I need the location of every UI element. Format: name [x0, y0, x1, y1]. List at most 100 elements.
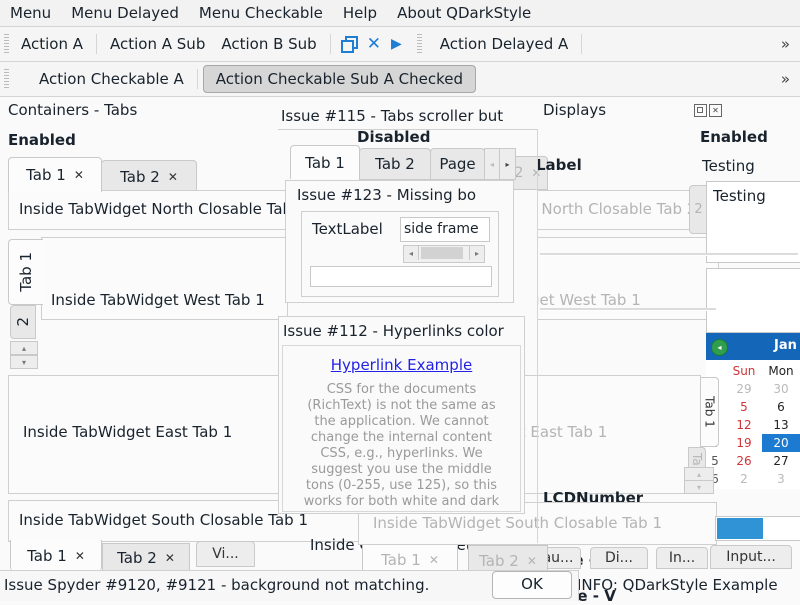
tab-scroll-down-button[interactable]: ▾: [10, 355, 38, 369]
dock-tab-label: Di...: [605, 550, 633, 566]
toolbar-separator: [96, 34, 97, 54]
calendar-day-header-sun: Sun: [726, 362, 762, 380]
tab-west-2[interactable]: 2: [10, 305, 36, 339]
action-checkable-a-button[interactable]: Action Checkable A: [31, 66, 192, 92]
tab-close-icon[interactable]: ✕: [165, 551, 175, 565]
scrollbar-thumb[interactable]: [421, 247, 463, 259]
toolbar-handle[interactable]: [417, 34, 422, 54]
tab-label: 2: [694, 202, 702, 217]
action-checkable-sub-a-button[interactable]: Action Checkable Sub A Checked: [203, 65, 476, 93]
calendar-day[interactable]: 26: [726, 452, 762, 470]
calendar-day[interactable]: 29: [726, 380, 762, 398]
tab-label: Tab 1: [17, 252, 35, 292]
dock-tab-inputs[interactable]: In...: [656, 547, 708, 569]
menu-item-menu[interactable]: Menu: [0, 1, 61, 25]
arrow-up-icon: ▴: [22, 344, 26, 353]
action-a-button[interactable]: Action A: [13, 31, 91, 57]
calendar-month-label[interactable]: Jan: [774, 338, 797, 353]
issue-115-tab-page[interactable]: Page: [430, 148, 485, 180]
tab-scroll-up-button[interactable]: ▴: [10, 341, 38, 355]
tab-west-1[interactable]: Tab 1: [8, 239, 43, 305]
tab-label: Tab 1: [305, 154, 345, 172]
tab-scroll-left-button[interactable]: ◂: [484, 148, 500, 180]
ok-button[interactable]: OK: [492, 571, 572, 599]
issue-115-tab-1[interactable]: Tab 1: [290, 145, 360, 179]
tab-south-1[interactable]: Tab 1 ✕: [10, 540, 102, 571]
tab-label: Ta: [690, 453, 704, 466]
dock-float-icon[interactable]: [694, 104, 707, 117]
tab-scroll-right-button[interactable]: ▸: [499, 148, 516, 180]
disabled-header: Disabled: [357, 128, 430, 146]
dock-tab-displays[interactable]: Di...: [590, 547, 648, 569]
tabwidget-east-disabled-content: Inside TabWidget East Tab 1: [500, 375, 701, 494]
calendar-day[interactable]: 5: [726, 398, 762, 416]
dock-close-icon[interactable]: ✕: [709, 104, 722, 117]
tab-close-icon: ✕: [527, 554, 537, 568]
tab-north-2[interactable]: Tab 2 ✕: [101, 160, 197, 193]
tab-close-icon[interactable]: ✕: [168, 170, 178, 184]
calendar-day[interactable]: 6: [762, 398, 800, 416]
arrow-right-icon: ▸: [475, 249, 479, 258]
tab-close-icon[interactable]: ✕: [75, 549, 85, 563]
calendar-day[interactable]: 3: [762, 470, 800, 488]
tab-label: Tab 1: [26, 166, 66, 184]
tab-south-2[interactable]: Tab 2 ✕: [102, 543, 190, 573]
tab-close-icon[interactable]: ✕: [74, 168, 84, 182]
toolbar-handle[interactable]: [4, 69, 9, 89]
calendar-day[interactable]: 27: [762, 452, 800, 470]
action-a-sub-button[interactable]: Action A Sub: [102, 31, 213, 57]
toolbar-overflow-button[interactable]: »: [771, 70, 800, 88]
issue-112-paragraph-line: tons (0-255, use 125), so this: [283, 478, 520, 493]
toolbar-handle[interactable]: [4, 34, 9, 54]
issue-112-paragraph-line: (RichText) is not the same as: [283, 398, 520, 413]
dock-tab-label: Input...: [726, 549, 776, 565]
hyperlink-example-link[interactable]: Hyperlink Example: [283, 356, 520, 374]
tab-label: Tab 2: [375, 155, 415, 173]
tabwidget-east-content: Inside TabWidget East Tab 1: [8, 375, 288, 494]
close-icon[interactable]: ✕: [367, 34, 381, 54]
calendar-day[interactable]: 19: [726, 434, 762, 452]
issue-115-tab-2[interactable]: Tab 2: [359, 148, 431, 180]
calendar-prev-month-button[interactable]: ◂: [711, 339, 728, 356]
tab-north-1[interactable]: Tab 1 ✕: [8, 157, 102, 192]
tab-east-1-disabled: Tab 1: [700, 377, 719, 447]
tab-label: 2: [14, 317, 32, 327]
dock-tab-inputs-fields[interactable]: Input...: [710, 545, 792, 569]
menu-item-menu-checkable[interactable]: Menu Checkable: [189, 1, 333, 25]
tabwidget-west-disabled-text: Inside TabWidget West Tab 1: [537, 291, 641, 309]
action-b-sub-button[interactable]: Action B Sub: [213, 31, 324, 57]
close-icon: ✕: [712, 106, 719, 115]
scrollbar-left-button[interactable]: ◂: [404, 246, 419, 260]
issue-123-line-edit-2[interactable]: [310, 266, 492, 287]
toolbar-overflow-button[interactable]: »: [771, 35, 800, 53]
enabled-header: Enabled: [8, 131, 76, 149]
tab-scroll-up-button-east: ▴: [684, 467, 714, 481]
restore-icon[interactable]: [340, 36, 358, 52]
calendar-day[interactable]: 30: [762, 380, 800, 398]
toolbar-separator: [330, 34, 331, 54]
displays-title: Displays: [543, 101, 606, 119]
tabwidget-south-text: Inside TabWidget South Closable Tab 1: [19, 511, 308, 529]
scrollbar-right-button[interactable]: ▸: [469, 246, 484, 260]
progress-bar: [715, 516, 800, 541]
menu-item-menu-delayed[interactable]: Menu Delayed: [61, 1, 189, 25]
text-browser-text: Testing: [713, 187, 766, 205]
calendar-day[interactable]: 13: [762, 416, 800, 434]
tab-close-icon: ✕: [429, 553, 439, 567]
dock-tab-views[interactable]: Vi...: [196, 541, 255, 567]
text-browser[interactable]: Testing: [706, 181, 800, 263]
issue-123-line-edit[interactable]: side frame: [400, 217, 490, 242]
tab-label: Tab 2: [120, 168, 160, 186]
calendar-day-selected[interactable]: 20: [762, 434, 800, 452]
calendar-day[interactable]: 2: [726, 470, 762, 488]
issue-123-hscrollbar[interactable]: ◂ ▸: [403, 245, 485, 263]
menu-item-help[interactable]: Help: [333, 1, 387, 25]
issue-123-frame: TextLabel side frame ◂ ▸: [301, 211, 499, 297]
tabwidget-north-text: Inside TabWidget North Closable Tab 1: [19, 200, 288, 218]
issue-115-window-right-edge: [537, 129, 538, 543]
calendar-day[interactable]: 12: [726, 416, 762, 434]
issue-112-title: Issue #112 - Hyperlinks color: [283, 322, 504, 340]
play-icon[interactable]: ▶: [391, 36, 402, 52]
action-delayed-a-button[interactable]: Action Delayed A: [432, 31, 577, 57]
menu-item-about-qdarkstyle[interactable]: About QDarkStyle: [387, 1, 541, 25]
